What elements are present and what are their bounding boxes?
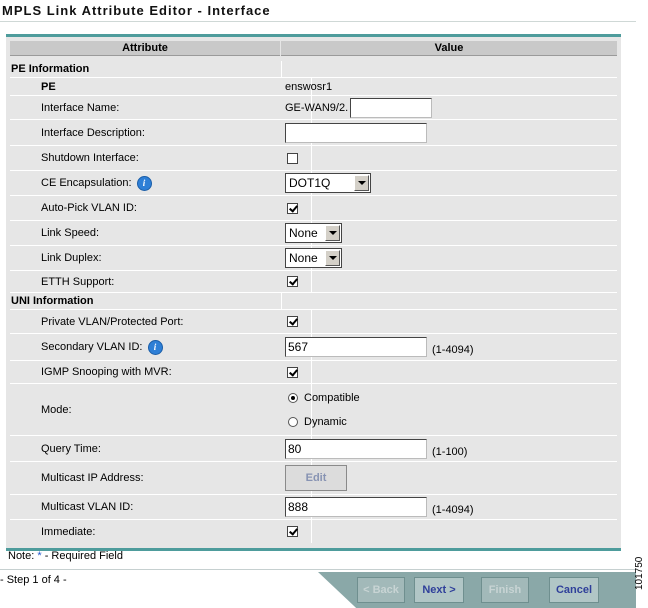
footer-divider (0, 569, 636, 570)
row-private-vlan: Private VLAN/Protected Port: (10, 310, 617, 334)
row-ce-encapsulation: CE Encapsulation: i DOT1Q (10, 171, 617, 196)
row-query-time: Query Time: (1-100) (10, 436, 617, 462)
info-icon[interactable]: i (136, 175, 152, 191)
private-vlan-checkbox[interactable] (287, 316, 298, 327)
row-multicast-ip: Multicast IP Address: Edit (10, 462, 617, 495)
interface-name-label: Interface Name: (10, 96, 312, 119)
link-duplex-selected: None (289, 251, 318, 265)
auto-pick-vlan-checkbox[interactable] (287, 202, 298, 214)
wizard-step-indicator: - Step 1 of 4 - (0, 574, 67, 586)
link-duplex-label: Link Duplex: (10, 246, 312, 270)
query-time-label: Query Time: (10, 436, 312, 461)
row-multicast-vlan: Multicast VLAN ID: (1-4094) (10, 495, 617, 520)
row-pe: PE enswosr1 (10, 78, 617, 96)
multicast-ip-label: Multicast IP Address: (10, 462, 312, 494)
link-speed-label: Link Speed: (10, 221, 312, 245)
radio-selected-icon[interactable] (288, 392, 298, 403)
row-igmp-snooping: IGMP Snooping with MVR: (10, 361, 617, 384)
query-time-input[interactable] (285, 438, 427, 459)
chevron-down-icon (325, 250, 340, 266)
private-vlan-label: Private VLAN/Protected Port: (10, 310, 312, 333)
ce-encapsulation-selected: DOT1Q (289, 176, 331, 190)
multicast-vlan-label: Multicast VLAN ID: (10, 495, 312, 519)
mode-option-label: Compatible (304, 391, 360, 404)
row-secondary-vlan: Secondary VLAN ID: i (1-4094) (10, 334, 617, 361)
multicast-vlan-range: (1-4094) (432, 504, 474, 516)
row-etth-support: ETTH Support: (10, 271, 617, 293)
radio-unselected-icon[interactable] (288, 416, 298, 427)
chevron-down-icon (325, 225, 340, 241)
required-field-note: Note: * - Required Field (8, 550, 123, 562)
row-interface-name: Interface Name: GE-WAN9/2. (10, 96, 617, 120)
column-header-attribute: Attribute (10, 41, 280, 56)
interface-name-prefix: GE-WAN9/2. (285, 101, 349, 114)
mode-option-compatible[interactable]: Compatible (288, 386, 360, 410)
multicast-ip-edit-button[interactable]: Edit (285, 465, 347, 491)
secondary-vlan-label: Secondary VLAN ID: (41, 341, 143, 353)
title-divider (0, 21, 636, 22)
finish-button[interactable]: Finish (481, 577, 529, 603)
multicast-vlan-input[interactable] (285, 497, 427, 517)
shutdown-interface-checkbox[interactable] (287, 152, 298, 164)
row-link-speed: Link Speed: None (10, 221, 617, 246)
auto-pick-vlan-label: Auto-Pick VLAN ID: (10, 196, 312, 220)
immediate-label: Immediate: (10, 520, 312, 543)
etth-support-checkbox[interactable] (287, 276, 298, 287)
cancel-button[interactable]: Cancel (549, 577, 599, 603)
interface-description-label: Interface Description: (10, 120, 312, 145)
row-link-duplex: Link Duplex: None (10, 246, 617, 271)
mode-option-dynamic[interactable]: Dynamic (288, 410, 347, 434)
mode-label: Mode: (10, 384, 312, 435)
section-uni-information: UNI Information (10, 293, 617, 310)
row-interface-description: Interface Description: (10, 120, 617, 146)
section-heading: PE Information (10, 61, 282, 77)
link-duplex-select[interactable]: None (285, 248, 342, 268)
figure-id: 101750 (634, 556, 645, 590)
immediate-checkbox[interactable] (287, 526, 298, 537)
link-speed-selected: None (289, 226, 318, 240)
row-auto-pick-vlan: Auto-Pick VLAN ID: (10, 196, 617, 221)
ce-encapsulation-select[interactable]: DOT1Q (285, 173, 371, 193)
row-shutdown-interface: Shutdown Interface: (10, 146, 617, 171)
section-pe-information: PE Information (10, 61, 617, 78)
interface-description-input[interactable] (285, 122, 427, 143)
chevron-down-icon (354, 175, 369, 191)
igmp-snooping-label: IGMP Snooping with MVR: (10, 361, 312, 383)
mode-option-label: Dynamic (304, 415, 347, 428)
row-immediate: Immediate: (10, 520, 617, 543)
secondary-vlan-input[interactable] (285, 337, 427, 357)
row-mode: Mode: Compatible Dynamic (10, 384, 617, 436)
link-speed-select[interactable]: None (285, 223, 342, 243)
attribute-table: Attribute Value PE Information PE enswos… (6, 34, 621, 551)
page-title: MPLS Link Attribute Editor - Interface (2, 3, 271, 18)
interface-name-input[interactable] (350, 97, 433, 118)
info-icon[interactable]: i (147, 339, 163, 355)
section-heading: UNI Information (10, 293, 282, 309)
igmp-snooping-checkbox[interactable] (287, 366, 298, 378)
ce-encapsulation-label: CE Encapsulation: (41, 177, 132, 189)
shutdown-interface-label: Shutdown Interface: (10, 146, 312, 170)
next-button[interactable]: Next > (414, 577, 464, 603)
back-button[interactable]: < Back (357, 577, 405, 603)
column-header-value: Value (281, 41, 617, 56)
pe-label: PE (10, 78, 312, 95)
etth-support-label: ETTH Support: (10, 271, 312, 292)
secondary-vlan-range: (1-4094) (432, 344, 474, 356)
pe-value: enswosr1 (285, 80, 333, 93)
query-time-range: (1-100) (432, 445, 468, 458)
